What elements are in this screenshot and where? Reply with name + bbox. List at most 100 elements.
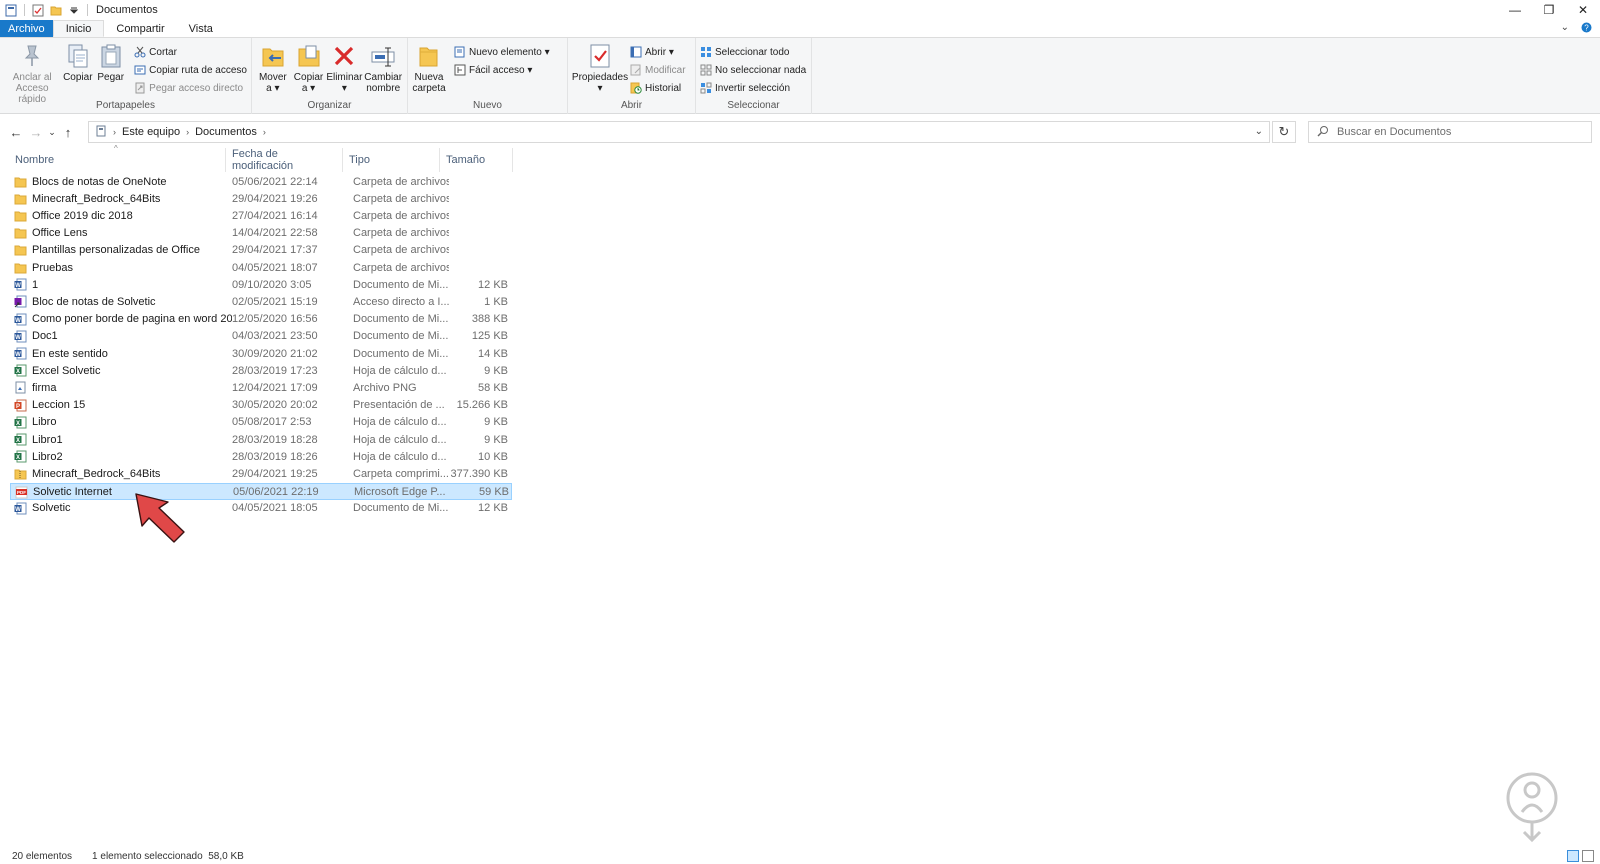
qat-dropdown-icon[interactable] [67,3,81,17]
table-row[interactable]: X Excel Solvetic 28/03/2019 17:23 Hoja de c… [10,362,512,379]
table-row[interactable]: X Libro 05/08/2017 2:53 Hoja de cálculo d..… [10,414,512,431]
table-row[interactable]: W En este sentido 30/09/2020 21:02 Document… [10,345,512,362]
forward-arrow-icon[interactable]: → [26,122,46,142]
file-name: En este sentido [32,347,108,360]
table-row[interactable]: W Doc1 04/03/2021 23:50 Documento de Mi... 1… [10,328,512,345]
file-type: Presentación de ... [353,399,445,412]
file-name: Libro1 [32,433,63,446]
file-name-cell: Minecraft_Bedrock_64Bits [14,465,232,482]
table-row[interactable]: firma 12/04/2021 17:09 Archivo PNG 58 KB [10,379,512,396]
table-row[interactable]: X Libro2 28/03/2019 18:26 Hoja de cálculo d… [10,448,512,465]
large-icons-view-icon[interactable] [1582,850,1594,862]
folder-file-icon [14,209,27,222]
ribbon-collapse-icon[interactable]: ⌄ [1561,22,1569,36]
table-row[interactable]: W Solvetic 04/05/2021 18:05 Documento de Mi… [10,500,512,517]
svg-text:W: W [15,283,21,289]
paste-shortcut-button[interactable]: Pegar acceso directo [134,80,247,96]
open-label: Abrir ▾ [645,46,674,58]
recent-locations-chevron-icon[interactable]: ⌄ [46,122,58,142]
copy-label: Copiar [63,72,93,83]
file-name: Libro2 [32,450,63,463]
easy-access-button[interactable]: Fácil acceso ▾ [454,62,550,78]
watermark-logo [1506,772,1558,843]
properties-icon [586,42,614,70]
edit-button[interactable]: Modificar [630,62,686,78]
file-date: 27/04/2021 16:14 [232,209,318,222]
refresh-icon[interactable]: ↻ [1272,121,1296,143]
delete-x-icon [330,42,358,70]
file-date: 12/04/2021 17:09 [232,381,318,394]
column-header-date[interactable]: Fecha de modificación [227,148,343,172]
properties-qat-icon[interactable] [31,3,45,17]
table-row[interactable]: Plantillas personalizadas de Office 29/04… [10,242,512,259]
select-all-button[interactable]: Seleccionar todo [700,44,806,60]
tab-archivo[interactable]: Archivo [0,20,53,37]
file-name-cell: firma [14,379,232,396]
details-view-icon[interactable] [1567,850,1579,862]
svg-text:W: W [15,352,21,358]
breadcrumb-separator-icon[interactable]: › [113,127,116,137]
new-item-button[interactable]: Nuevo elemento ▾ [454,44,550,60]
new-folder-qat-icon[interactable] [49,3,63,17]
qat-separator [87,4,88,16]
breadcrumb-separator-icon[interactable]: › [186,127,189,137]
invert-selection-button[interactable]: Invertir selección [700,80,806,96]
paste-shortcut-icon [134,82,146,94]
folder-file-icon [14,227,27,240]
close-button[interactable]: ✕ [1566,0,1600,20]
table-row[interactable]: Blocs de notas de OneNote 05/06/2021 22:1… [10,173,512,190]
search-box[interactable]: Buscar en Documentos [1308,121,1592,143]
file-name: Bloc de notas de Solvetic [32,295,156,308]
restore-button[interactable]: ❐ [1532,0,1566,20]
red-pointer-arrow-icon [135,493,185,543]
edit-icon [630,64,642,76]
breadcrumb-separator-icon[interactable]: › [263,127,266,137]
open-button[interactable]: Abrir ▾ [630,44,686,60]
column-header-type[interactable]: Tipo [344,148,440,172]
properties-label: Propiedades ▾ [571,72,629,94]
file-name-cell: Office Lens [14,225,232,242]
table-row[interactable]: W Como poner borde de pagina en word 20..… [10,311,512,328]
minimize-button[interactable]: — [1498,0,1532,20]
svg-text:X: X [16,455,20,461]
breadcrumb-documentos[interactable]: Documentos [195,126,257,138]
table-row-selected[interactable]: PDF Solvetic Internet 05/06/2021 22:19 Micr… [10,482,512,501]
copy-path-button[interactable]: Copiar ruta de acceso [134,62,247,78]
cut-button[interactable]: Cortar [134,44,247,60]
column-header-name[interactable]: Nombre [10,148,226,172]
table-row[interactable]: Minecraft_Bedrock_64Bits 29/04/2021 19:26… [10,190,512,207]
table-row[interactable]: X Libro1 28/03/2019 18:28 Hoja de cálculo d… [10,431,512,448]
svg-text:X: X [16,421,20,427]
tab-vista[interactable]: Vista [177,20,225,37]
tab-inicio[interactable]: Inicio [52,20,105,37]
file-date: 29/04/2021 17:37 [232,244,318,257]
table-row[interactable]: W 1 09/10/2020 3:05 Documento de Mi... 12 KB [10,276,512,293]
explorer-app-icon[interactable] [4,3,18,17]
address-dropdown-icon[interactable]: ⌄ [1255,126,1263,137]
select-none-button[interactable]: No seleccionar nada [700,62,806,78]
table-row[interactable]: Office 2019 dic 2018 27/04/2021 16:14 Carp… [10,207,512,224]
tab-compartir[interactable]: Compartir [104,20,176,37]
file-name: 1 [32,278,39,291]
history-button[interactable]: Historial [630,80,686,96]
table-row[interactable]: Office Lens 14/04/2021 22:58 Carpeta de ar… [10,225,512,242]
up-arrow-icon[interactable]: ↑ [58,122,78,142]
file-name-cell: W En este sentido [14,345,232,362]
powerpoint-file-icon: P [14,399,27,412]
paste-shortcut-label: Pegar acceso directo [149,82,244,94]
help-icon[interactable]: ? [1581,22,1592,36]
table-row[interactable]: P Leccion 15 30/05/2020 20:02 Presentación … [10,397,512,414]
shortcut-file-icon [14,295,27,308]
breadcrumb-este-equipo[interactable]: Este equipo [122,126,180,138]
address-bar[interactable]: › Este equipo › Documentos › ⌄ [88,121,1270,143]
column-header-size[interactable]: Tamaño [441,148,513,172]
file-size [450,173,508,190]
table-row[interactable]: Minecraft_Bedrock_64Bits 29/04/2021 19:25… [10,465,512,482]
back-arrow-icon[interactable]: ← [6,122,26,142]
file-name-cell: PDF Solvetic Internet [15,484,233,501]
table-row[interactable]: Bloc de notas de Solvetic 02/05/2021 15:1… [10,293,512,310]
table-row[interactable]: Pruebas 04/05/2021 18:07 Carpeta de archiv… [10,259,512,276]
file-date: 29/04/2021 19:26 [232,192,318,205]
new-item-icon [454,46,466,58]
file-date: 28/03/2019 17:23 [232,364,318,377]
